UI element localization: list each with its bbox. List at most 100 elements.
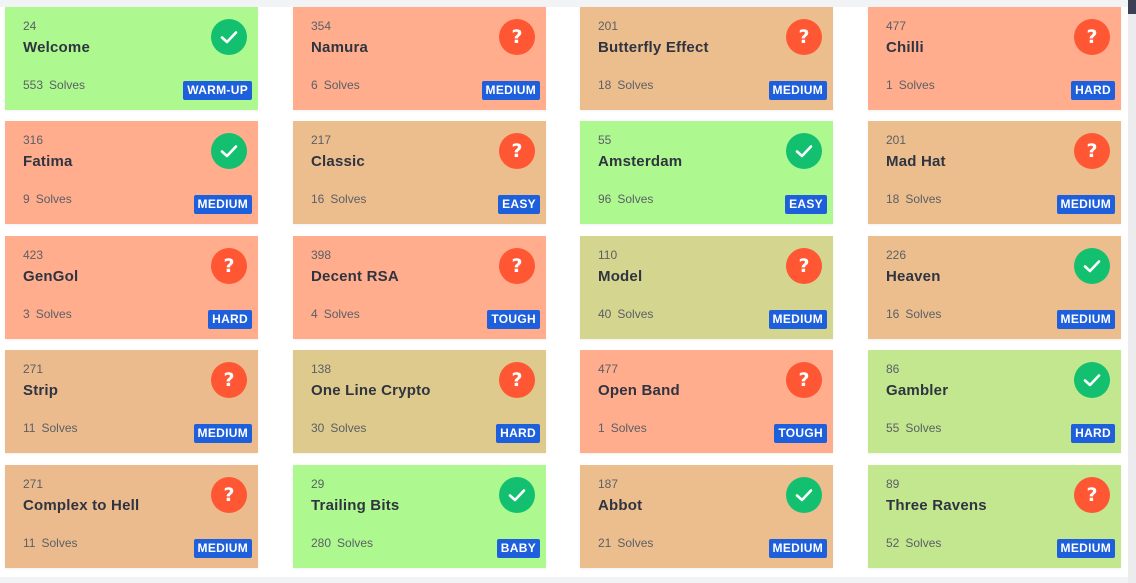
challenge-name: One Line Crypto bbox=[311, 382, 431, 399]
challenge-card-complex-to-hell[interactable]: 271 Complex to Hell 11 Solves ? MEDIUM bbox=[5, 465, 258, 568]
question-mark-icon: ? bbox=[1074, 133, 1110, 169]
difficulty-badge: MEDIUM bbox=[768, 310, 827, 329]
difficulty-badge: HARD bbox=[496, 424, 540, 443]
challenge-card-namura[interactable]: 354 Namura 6 Solves ? MEDIUM bbox=[293, 7, 546, 110]
scrollbar-track[interactable] bbox=[1128, 0, 1136, 583]
challenge-points: 201 bbox=[886, 133, 907, 147]
challenge-name: Amsterdam bbox=[598, 153, 683, 170]
difficulty-badge: HARD bbox=[1071, 81, 1115, 100]
challenge-card-chilli[interactable]: 477 Chilli 1 Solves ? HARD bbox=[868, 7, 1121, 110]
challenge-solves: 16 Solves bbox=[311, 192, 366, 206]
question-mark-icon: ? bbox=[211, 477, 247, 513]
challenge-name: Gambler bbox=[886, 382, 949, 399]
challenge-points: 55 bbox=[598, 133, 612, 147]
challenge-card-abbot[interactable]: 187 Abbot 21 Solves MEDIUM bbox=[580, 465, 833, 568]
challenge-card-three-ravens[interactable]: 89 Three Ravens 52 Solves ? MEDIUM bbox=[868, 465, 1121, 568]
question-mark-glyph: ? bbox=[1086, 139, 1098, 162]
question-mark-glyph: ? bbox=[798, 25, 810, 48]
challenge-card-decent-rsa[interactable]: 398 Decent RSA 4 Solves ? TOUGH bbox=[293, 236, 546, 339]
challenge-card-trailing-bits[interactable]: 29 Trailing Bits 280 Solves BABY bbox=[293, 465, 546, 568]
solves-label: Solves bbox=[617, 307, 654, 321]
solves-count: 18 bbox=[886, 192, 900, 206]
difficulty-badge: MEDIUM bbox=[481, 81, 540, 100]
check-icon bbox=[499, 477, 535, 513]
challenge-card-amsterdam[interactable]: 55 Amsterdam 96 Solves EASY bbox=[580, 121, 833, 224]
challenge-name: Three Ravens bbox=[886, 497, 987, 514]
challenge-solves: 40 Solves bbox=[598, 307, 653, 321]
question-mark-icon: ? bbox=[211, 248, 247, 284]
challenge-card-butterfly-effect[interactable]: 201 Butterfly Effect 18 Solves ? MEDIUM bbox=[580, 7, 833, 110]
challenge-card-gengol[interactable]: 423 GenGol 3 Solves ? HARD bbox=[5, 236, 258, 339]
challenge-card-welcome[interactable]: 24 Welcome 553 Solves WARM-UP bbox=[5, 7, 258, 110]
challenge-card-classic[interactable]: 217 Classic 16 Solves ? EASY bbox=[293, 121, 546, 224]
challenge-points: 110 bbox=[598, 248, 618, 262]
challenge-solves: 18 Solves bbox=[598, 78, 653, 92]
challenge-solves: 96 Solves bbox=[598, 192, 653, 206]
challenge-name: GenGol bbox=[23, 268, 79, 285]
solves-count: 6 bbox=[311, 78, 318, 92]
difficulty-badge: EASY bbox=[785, 195, 827, 214]
difficulty-badge: HARD bbox=[208, 310, 252, 329]
difficulty-badge: TOUGH bbox=[487, 310, 540, 329]
challenge-points: 477 bbox=[598, 362, 619, 376]
solves-label: Solves bbox=[41, 421, 78, 435]
challenge-card-gambler[interactable]: 86 Gambler 55 Solves HARD bbox=[868, 350, 1121, 453]
challenge-points: 226 bbox=[886, 248, 907, 262]
challenge-card-mad-hat[interactable]: 201 Mad Hat 18 Solves ? MEDIUM bbox=[868, 121, 1121, 224]
check-icon bbox=[211, 133, 247, 169]
solves-count: 21 bbox=[598, 536, 612, 550]
solves-count: 553 bbox=[23, 78, 44, 92]
solves-label: Solves bbox=[323, 78, 360, 92]
challenge-card-fatima[interactable]: 316 Fatima 9 Solves MEDIUM bbox=[5, 121, 258, 224]
challenge-points: 271 bbox=[23, 362, 44, 376]
challenge-points: 477 bbox=[886, 19, 907, 33]
solves-count: 16 bbox=[311, 192, 325, 206]
solves-label: Solves bbox=[617, 192, 654, 206]
challenge-card-one-line-crypto[interactable]: 138 One Line Crypto 30 Solves ? HARD bbox=[293, 350, 546, 453]
scrollbar-thumb[interactable] bbox=[1128, 0, 1136, 14]
challenge-solves: 9 Solves bbox=[23, 192, 72, 206]
challenge-name: Complex to Hell bbox=[23, 497, 140, 514]
challenge-card-open-band[interactable]: 477 Open Band 1 Solves ? TOUGH bbox=[580, 350, 833, 453]
challenge-card-heaven[interactable]: 226 Heaven 16 Solves MEDIUM bbox=[868, 236, 1121, 339]
challenge-name: Heaven bbox=[886, 268, 941, 285]
question-mark-glyph: ? bbox=[511, 25, 523, 48]
challenge-points: 29 bbox=[311, 477, 325, 491]
challenge-name: Trailing Bits bbox=[311, 497, 400, 514]
challenge-points: 187 bbox=[598, 477, 619, 491]
difficulty-badge: TOUGH bbox=[774, 424, 827, 443]
solves-count: 11 bbox=[23, 536, 36, 550]
solves-label: Solves bbox=[337, 536, 374, 550]
challenge-card-model[interactable]: 110 Model 40 Solves ? MEDIUM bbox=[580, 236, 833, 339]
challenge-solves: 11 Solves bbox=[23, 536, 78, 550]
challenge-solves: 52 Solves bbox=[886, 536, 941, 550]
solves-count: 9 bbox=[23, 192, 30, 206]
challenge-points: 217 bbox=[311, 133, 332, 147]
solves-count: 1 bbox=[598, 421, 605, 435]
solves-label: Solves bbox=[323, 307, 360, 321]
challenge-solves: 553 Solves bbox=[23, 78, 85, 92]
question-mark-glyph: ? bbox=[1086, 25, 1098, 48]
question-mark-icon: ? bbox=[499, 133, 535, 169]
check-icon bbox=[211, 19, 247, 55]
question-mark-glyph: ? bbox=[223, 254, 235, 277]
challenge-name: Classic bbox=[311, 153, 365, 170]
question-mark-glyph: ? bbox=[511, 254, 523, 277]
challenge-points: 271 bbox=[23, 477, 44, 491]
question-mark-glyph: ? bbox=[511, 368, 523, 391]
difficulty-badge: MEDIUM bbox=[768, 81, 827, 100]
solves-count: 4 bbox=[311, 307, 318, 321]
solves-count: 1 bbox=[886, 78, 893, 92]
challenge-name: Model bbox=[598, 268, 643, 285]
challenge-solves: 30 Solves bbox=[311, 421, 366, 435]
challenge-solves: 55 Solves bbox=[886, 421, 941, 435]
question-mark-icon: ? bbox=[786, 362, 822, 398]
solves-count: 40 bbox=[598, 307, 612, 321]
solves-count: 96 bbox=[598, 192, 612, 206]
difficulty-badge: MEDIUM bbox=[1056, 310, 1115, 329]
solves-count: 52 bbox=[886, 536, 900, 550]
challenge-points: 89 bbox=[886, 477, 900, 491]
solves-count: 18 bbox=[598, 78, 612, 92]
question-mark-glyph: ? bbox=[223, 483, 235, 506]
challenge-card-strip[interactable]: 271 Strip 11 Solves ? MEDIUM bbox=[5, 350, 258, 453]
